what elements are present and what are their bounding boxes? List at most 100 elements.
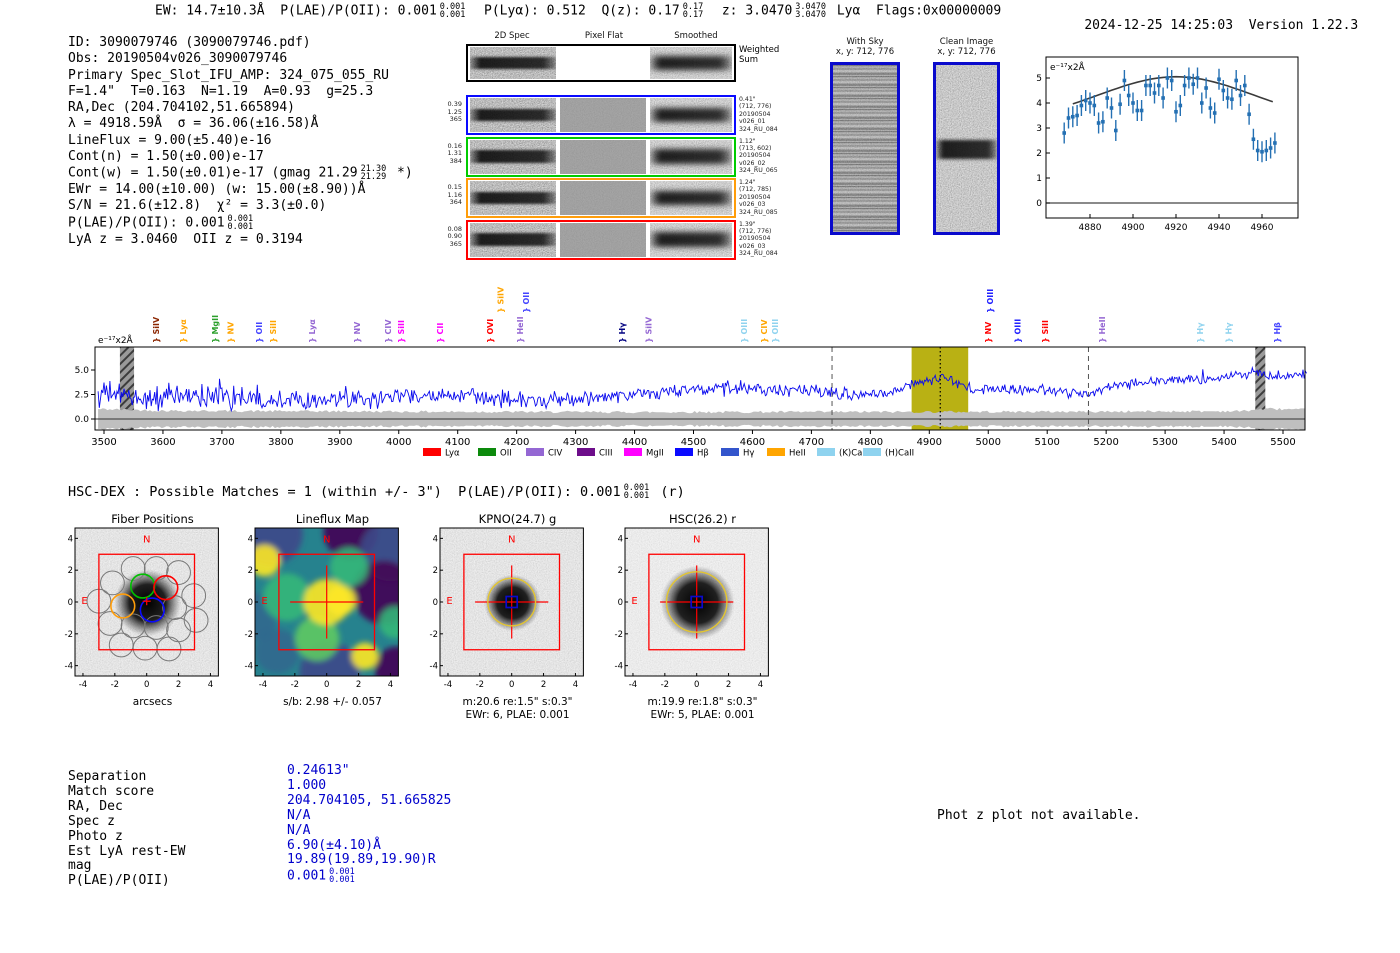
spectral-trace-band (650, 190, 732, 206)
line-marker-NV: } NV (353, 321, 362, 343)
cutout-caption: m:19.9 re:1.8" s:0.3" (647, 696, 758, 708)
cutout-title: Fiber Positions (111, 512, 194, 526)
spec2d-col-title: Smoothed (674, 31, 718, 41)
report-version: Version 1.22.3 (1248, 18, 1359, 33)
spec2d-strip (470, 222, 556, 257)
legend-swatch-(H)CaII (863, 448, 881, 456)
y-tick-label: 0 (1036, 199, 1042, 209)
detection-info-block: ID: 3090079746 (3090079746.pdf) Obs: 2019… (68, 35, 413, 248)
data-point (1148, 83, 1152, 88)
x-tick-label: 4880 (1079, 223, 1102, 233)
data-point (1260, 149, 1264, 154)
spec2d-row-right-label: Weighted Sum (739, 45, 780, 65)
spec2d-strip (470, 47, 556, 79)
data-point (1157, 83, 1161, 88)
x-tick-label: 5100 (1034, 437, 1059, 448)
x-tick-label: 2 (356, 680, 361, 690)
match-row-value: N/A (287, 807, 311, 823)
spectrum-line (97, 365, 1307, 413)
y-tick-label: 5 (1036, 74, 1042, 84)
line-marker-HeII: } HeII (1098, 316, 1107, 343)
cutout-title: KPNO(24.7) g (478, 512, 557, 526)
x-tick-label: 2 (541, 680, 546, 690)
east-label: E (446, 596, 452, 607)
east-label: E (261, 596, 267, 607)
y-tick-label: -2 (245, 630, 253, 640)
smoothed-strip (650, 222, 732, 257)
line-marker-Hγ: } Hγ (618, 322, 627, 343)
data-point (1273, 141, 1277, 145)
data-point (1243, 83, 1247, 88)
x-tick-label: 4 (388, 680, 393, 690)
spec2d-col-title: Pixel Flat (584, 31, 624, 41)
smoothed-strip (650, 181, 732, 215)
x-tick-label: 0 (324, 680, 329, 690)
x-tick-label: 4800 (858, 437, 883, 448)
north-label: N (693, 534, 700, 545)
legend-label: (H)CaII (885, 449, 914, 459)
x-tick-label: 4400 (622, 437, 647, 448)
spec2d-row-left-label: 0.39 1.25 365 (447, 100, 462, 123)
x-tick-label: 2 (726, 680, 731, 690)
spectral-trace-band (650, 149, 732, 164)
source-blob (660, 565, 735, 640)
data-point (1122, 78, 1127, 83)
data-point (1268, 146, 1273, 150)
east-label: E (81, 596, 87, 607)
spectral-trace-band (470, 150, 556, 163)
line-marker-OVI: } OVI (486, 319, 495, 343)
spec2d-strip (470, 139, 556, 174)
smoothed-strip (650, 47, 732, 79)
data-point (1165, 76, 1170, 80)
x-tick-label: 4200 (504, 437, 529, 448)
north-label: N (508, 534, 515, 545)
data-point (1118, 102, 1122, 107)
legend-swatch-CIV (526, 448, 544, 456)
match-row-value: 204.704105, 51.665825 (287, 792, 452, 808)
data-point (1096, 121, 1101, 125)
data-point (1204, 86, 1208, 90)
pixelflat-strip (560, 139, 646, 174)
cutout-caption: s/b: 2.98 +/- 0.057 (283, 696, 382, 708)
pixelflat-strip (560, 222, 646, 257)
x-tick-label: 5400 (1211, 437, 1236, 448)
spec2d-row-left-label: 0.08 0.90 365 (447, 224, 462, 248)
data-point (1126, 93, 1131, 98)
x-tick-label: 4300 (563, 437, 588, 448)
data-point (1075, 113, 1079, 118)
x-tick-label: -4 (79, 680, 87, 690)
with-sky-title: With Sky x, y: 712, 776 (835, 37, 895, 57)
data-point (1247, 112, 1251, 117)
spec2d-row (466, 178, 736, 218)
legend-label: MgII (646, 449, 664, 459)
y-tick-label: 2 (68, 566, 73, 576)
legend-label: CIII (599, 449, 612, 459)
clean-image-panel (933, 62, 1000, 235)
line-marker-SiII: } SiII (397, 320, 406, 343)
x-tick-label: 4 (573, 680, 578, 690)
legend-label: Hγ (743, 449, 754, 459)
line-marker-SiII: } SiII (1041, 320, 1050, 343)
spec2d-row-right-label: 1.24" (712, 785) 20190504 v026_03 324_RU_085 (739, 179, 778, 216)
line-marker-SiIV: } SiIV (645, 316, 654, 343)
cutout-plot: N E -4 -4 -2 -2 0 0 2 2 4 4 (65, 527, 219, 690)
stacked-uncertainty: 0.001 0.001 (329, 867, 355, 886)
pixelflat-strip (560, 98, 646, 132)
cutout-caption-2: EWr: 5, PLAE: 0.001 (650, 709, 755, 721)
data-point (1092, 103, 1097, 108)
x-tick-label: 3500 (91, 437, 116, 448)
x-tick-label: 4100 (445, 437, 470, 448)
spec2d-col-title: 2D Spec (494, 31, 530, 41)
y-tick-label: -2 (615, 630, 623, 640)
cutout-fiber: Fiber Positions N E -4 -4 -2 -2 0 0 2 2 4 4 arcsecs (58, 512, 239, 709)
match-row-value: N/A (287, 822, 311, 838)
data-point (1139, 108, 1144, 113)
legend-swatch-Hβ (675, 448, 693, 456)
data-point (1174, 109, 1178, 114)
y-tick-label: 2 (1036, 149, 1042, 159)
info-line-4: RA,Dec (204.704102,51.665894) (68, 100, 295, 116)
x-tick-label: -4 (259, 680, 267, 690)
line-marker-Lyα: } Lyα (308, 319, 317, 343)
catalog-match-heading: HSC-DEX : Possible Matches = 1 (within +… (68, 483, 685, 501)
cutout-caption: arcsecs (132, 696, 173, 708)
